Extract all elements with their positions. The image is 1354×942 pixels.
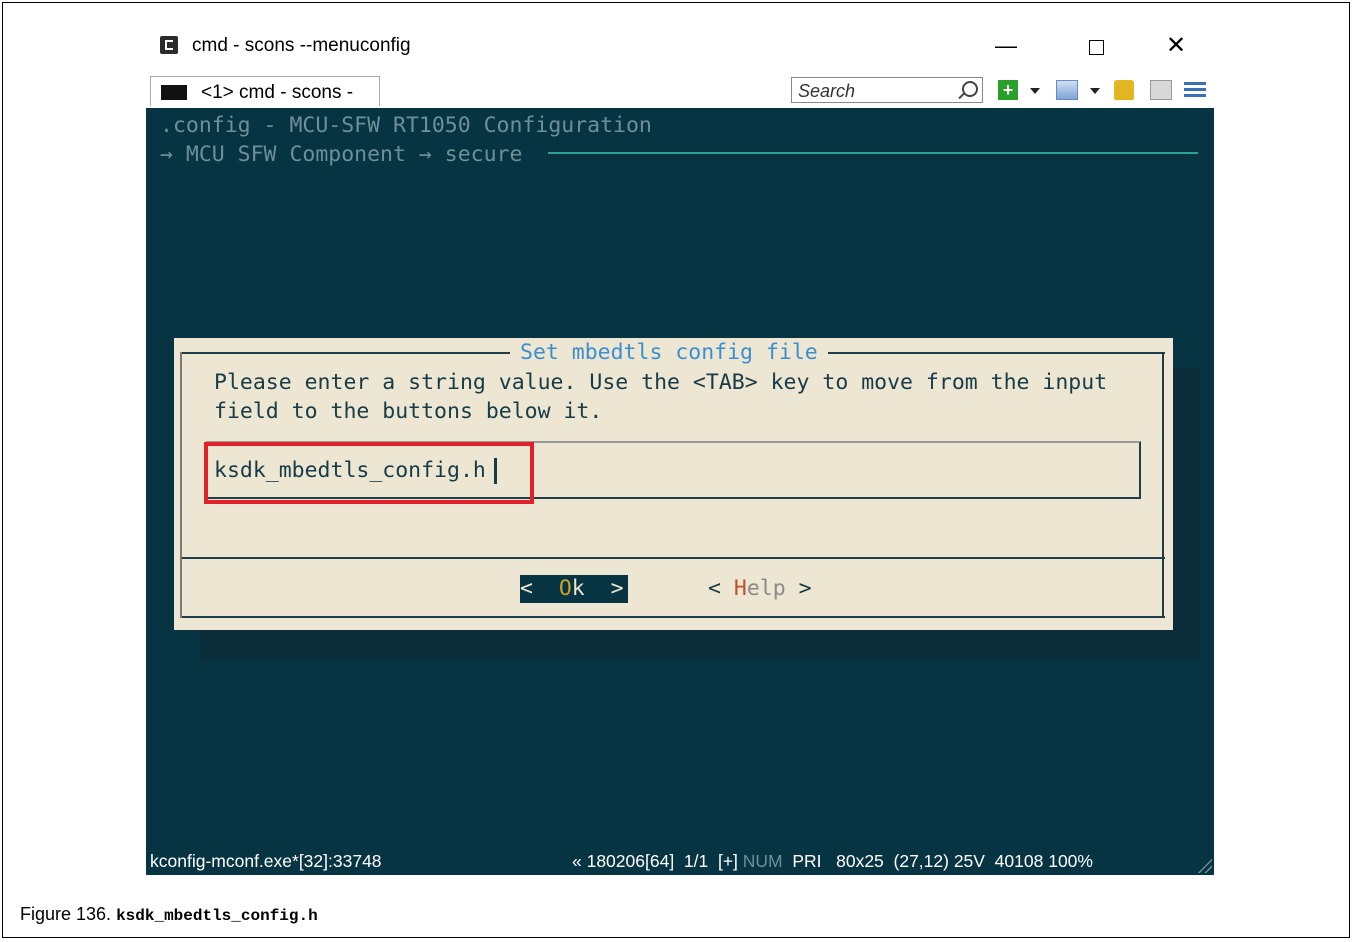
maximize-button[interactable] <box>1076 30 1116 62</box>
dialog-separator <box>182 557 1165 559</box>
help-button-open: < <box>708 576 734 601</box>
breadcrumb: → MCU SFW Component → secure <box>160 142 523 167</box>
console-tab[interactable]: <1> cmd - scons - <box>150 76 380 106</box>
config-title: .config - MCU-SFW RT1050 Configuration <box>160 113 652 138</box>
status-info: « 180206[64] 1/1 [+] NUM PRI 80x25 (27,1… <box>572 851 1093 872</box>
help-button[interactable]: < Help > <box>708 575 818 603</box>
title-bar[interactable]: cmd - scons --menuconfig — ✕ <box>146 22 1214 70</box>
terminal-area[interactable]: .config - MCU-SFW RT1050 Configuration →… <box>146 108 1214 848</box>
console-window: cmd - scons --menuconfig — ✕ <1> cmd - s… <box>146 22 1214 875</box>
ok-button-rest: k > <box>571 576 624 601</box>
breadcrumb-rule <box>548 152 1198 154</box>
input-dialog: Set mbedtls config file Please enter a s… <box>174 338 1173 630</box>
figure-caption: Figure 136. ksdk_mbedtls_config.h <box>20 904 318 925</box>
lock-icon[interactable] <box>1114 80 1134 100</box>
menu-icon[interactable] <box>1184 80 1206 100</box>
minimize-button[interactable]: — <box>986 30 1026 62</box>
caption-code: ksdk_mbedtls_config.h <box>116 907 318 925</box>
highlight-box <box>204 442 534 504</box>
help-button-close: > <box>785 576 812 601</box>
search-input[interactable] <box>796 79 950 103</box>
new-console-icon[interactable]: + <box>998 80 1018 100</box>
status-details: PRI 80x25 (27,12) 25V 40108 100% <box>782 851 1093 871</box>
panel-icon[interactable] <box>1150 80 1172 100</box>
maximize-icon <box>1088 39 1104 55</box>
help-button-hotkey: H <box>733 576 747 601</box>
view-dropdown-icon[interactable] <box>1090 88 1100 94</box>
search-box[interactable] <box>791 77 983 103</box>
figure-number: Figure 136. <box>20 904 117 924</box>
toolbar: <1> cmd - scons - + <box>146 70 1214 108</box>
console-app-icon <box>160 36 178 54</box>
ok-button-hotkey: O <box>558 576 572 601</box>
dialog-border <box>180 352 182 618</box>
new-console-dropdown-icon[interactable] <box>1030 88 1040 94</box>
status-bar: kconfig-mconf.exe*[32]:33748 « 180206[64… <box>146 848 1214 875</box>
close-button[interactable]: ✕ <box>1156 30 1196 62</box>
terminal-icon <box>161 85 187 100</box>
dialog-prompt-line1: Please enter a string value. Use the <TA… <box>214 370 1108 395</box>
view-icon[interactable] <box>1056 80 1078 100</box>
process-status: kconfig-mconf.exe*[32]:33748 <box>150 851 382 871</box>
dialog-title: Set mbedtls config file <box>510 340 828 365</box>
dialog-border <box>1162 352 1164 618</box>
search-icon[interactable] <box>962 81 978 97</box>
ok-button[interactable]: < Ok > <box>520 575 628 603</box>
dialog-prompt-line2: field to the buttons below it. <box>214 399 603 424</box>
ok-button-open: < <box>520 576 559 601</box>
dialog-border <box>182 616 1165 618</box>
help-button-rest: elp <box>746 576 786 601</box>
window-title: cmd - scons --menuconfig <box>192 35 411 56</box>
resize-grip-icon[interactable] <box>1194 855 1212 873</box>
tab-label: <1> cmd - scons - <box>201 82 354 103</box>
num-lock-indicator: NUM <box>742 851 783 871</box>
status-position: « 180206[64] 1/1 [+] <box>572 851 743 871</box>
